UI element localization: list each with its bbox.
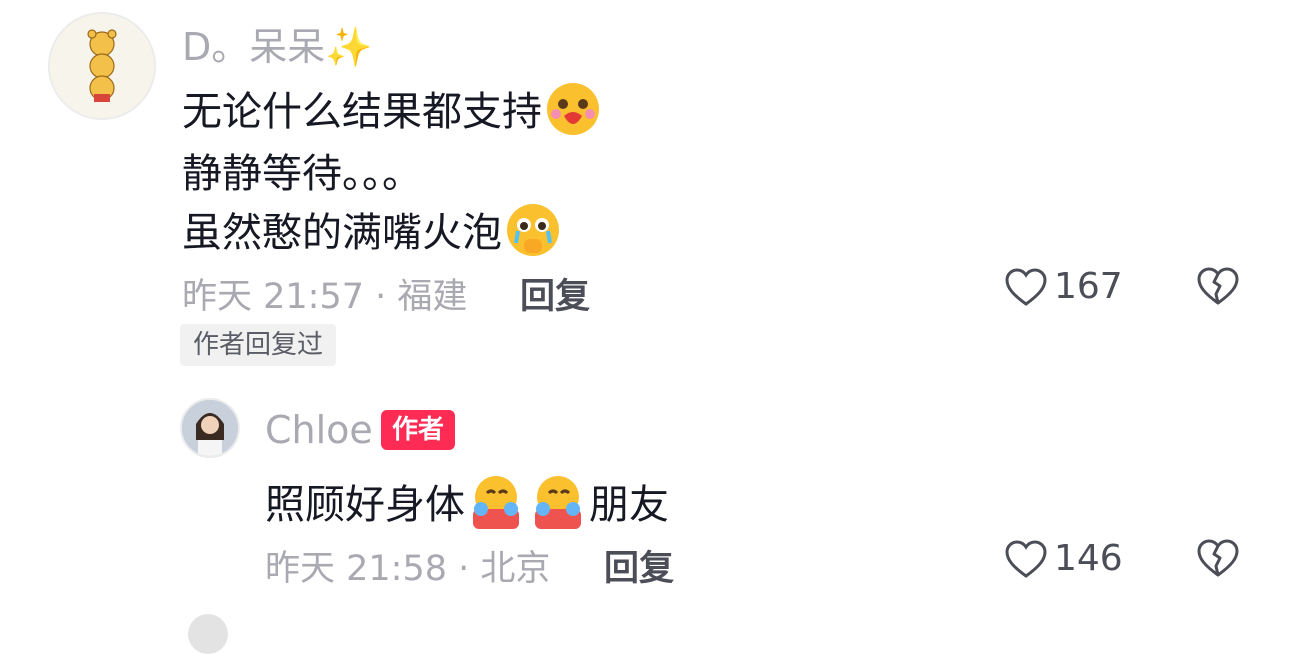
reply-text: 照顾好身体 朋友 [265, 472, 669, 541]
reply-button[interactable]: 回复 [520, 268, 590, 319]
reply-time-location: 昨天 21:58 · 北京 [265, 549, 551, 589]
username[interactable]: Chloe [265, 408, 373, 452]
broken-heart-icon [1197, 267, 1239, 305]
broken-heart-icon [1197, 539, 1239, 577]
heart-icon [1005, 267, 1047, 306]
hugging-face-icon [529, 473, 587, 541]
author-replied-tag: 作者回复过 [180, 324, 337, 366]
dislike-button[interactable] [1196, 266, 1240, 310]
like-button[interactable]: 146 [1004, 538, 1123, 579]
author-badge: 作者 [381, 410, 456, 450]
avatar[interactable] [188, 614, 228, 654]
like-button[interactable]: 167 [1004, 266, 1123, 307]
username[interactable]: D。呆呆✨ [182, 16, 373, 71]
heart-icon [1005, 539, 1047, 578]
comment-text-line: 虽然憨的满嘴火泡 [182, 200, 564, 269]
avatar[interactable] [48, 12, 156, 120]
like-count: 146 [1054, 538, 1123, 579]
reply-button[interactable]: 回复 [604, 540, 674, 591]
comment-text-line: 无论什么结果都支持 [182, 79, 604, 148]
comment-text-line: 静静等待。。。 [182, 151, 422, 197]
pleading-face-icon [504, 201, 562, 269]
avatar[interactable] [180, 398, 240, 458]
hugging-face-icon [467, 473, 525, 541]
like-count: 167 [1054, 266, 1123, 307]
dislike-button[interactable] [1196, 538, 1240, 582]
smiling-face-with-heart-icon [544, 80, 602, 148]
comment-time-location: 昨天 21:57 · 福建 [182, 277, 468, 317]
